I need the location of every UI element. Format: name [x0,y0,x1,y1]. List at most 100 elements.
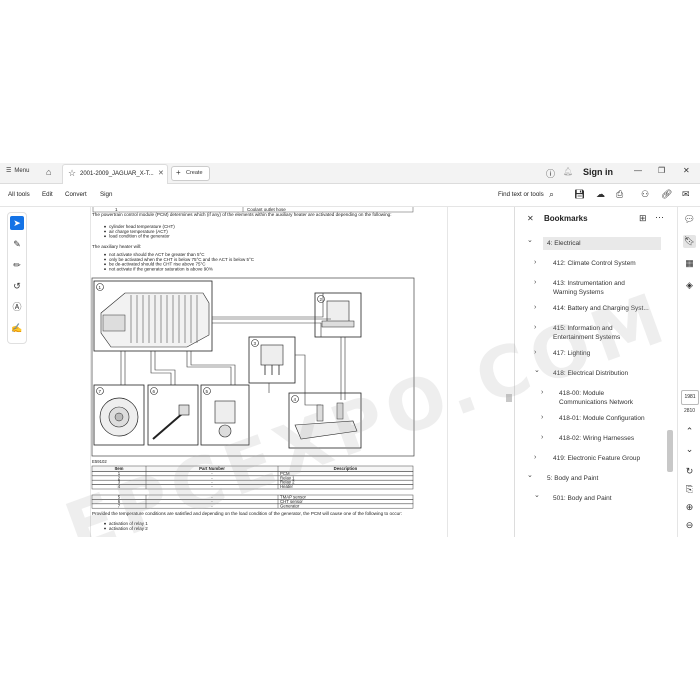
more-options-icon[interactable]: ⋯ [655,212,664,223]
page-down-icon[interactable]: ⌄ [683,443,696,456]
bullet-dot [104,253,106,256]
document-viewer[interactable]: 1 Coolant outlet hose The powertrain con… [30,207,514,537]
plus-icon: + [176,168,181,177]
highlight-pen-icon[interactable]: ✏ [10,258,24,272]
bookmark-label: 414: Battery and Charging Syst... [553,305,649,312]
create-label: Create [186,170,203,176]
home-icon[interactable]: ⌂ [46,167,51,177]
page-total: 2810 [683,408,696,414]
bookmark-label: 501: Body and Paint [553,495,612,502]
bookmark-label-line2: Warning Systems [553,289,604,296]
document-tab[interactable]: ☆ 2001-2009_JAGUAR_X-T... ✕ [62,164,168,184]
bookmark-item[interactable]: ⌄ 4: Electrical [527,237,661,250]
bookmarks-panel-icon[interactable]: 🔖︎ [683,235,696,248]
save-icon[interactable]: 💾︎ [574,189,585,200]
share-user-icon[interactable]: ⚇ [641,189,649,200]
document-scroll-thumb[interactable] [506,394,512,402]
fill-sign-icon[interactable]: ✍ [10,321,24,335]
zoom-in-icon[interactable]: ⊕ [683,501,696,514]
find-text-tools[interactable]: Find text or tools [498,191,544,198]
edit-menu[interactable]: Edit [42,191,53,198]
bell-icon[interactable]: 🔔︎ [563,167,573,176]
bookmark-item[interactable]: › 417: Lighting [515,347,665,360]
bookmark-item[interactable]: › 412: Climate Control System [515,257,665,270]
text-box-icon[interactable]: Ⓐ [10,300,24,314]
bookmark-label: 412: Climate Control System [553,260,636,267]
chevron-right-icon[interactable]: › [541,388,543,398]
bookmark-item[interactable]: › 414: Battery and Charging Syst... [515,302,665,315]
chevron-right-icon[interactable]: › [541,413,543,423]
page-up-icon[interactable]: ⌃ [683,425,696,438]
chevron-down-icon[interactable]: ⌄ [534,491,540,501]
bookmark-item[interactable]: ⌄ 418: Electrical Distribution [515,367,665,380]
help-icon[interactable]: ⓘ [546,167,555,180]
email-icon[interactable]: ✉ [682,189,690,200]
print-icon[interactable]: ⎙ [616,189,623,200]
bookmarks-scrollbar[interactable] [666,233,674,533]
chevron-down-icon[interactable]: ⌄ [534,366,540,376]
add-comment-icon[interactable]: ✎ [10,237,24,251]
bookmark-label: 418-02: Wiring Harnesses [559,435,635,442]
search-icon[interactable]: ⌕ [549,189,554,200]
chevron-right-icon[interactable]: › [534,453,536,463]
table-row [91,475,414,481]
chevron-right-icon[interactable]: › [534,258,536,268]
close-window-icon[interactable]: ✕ [683,166,690,175]
link-icon[interactable]: 🔗︎ [661,189,672,200]
bookmark-item[interactable]: › 419: Electronic Feature Group [515,452,665,465]
layers-icon[interactable]: ◈ [683,279,696,292]
generator: 7 [93,384,145,446]
bookmark-label: 4: Electrical [547,240,581,247]
page-number-input[interactable]: 1981 [681,390,699,405]
add-bookmark-icon[interactable]: ⊞ [639,213,647,224]
zoom-out-icon[interactable]: ⊖ [683,519,696,532]
close-panel-icon[interactable]: ✕ [527,214,534,223]
quick-tools: ➤ ✎ ✏ ↺ Ⓐ ✍ [7,212,27,344]
parts-table: Item Part Number Description1- PCM2- Relay 1… [91,465,414,490]
document-scrollbar[interactable] [505,207,513,537]
bullet-dot [104,230,106,233]
chevron-down-icon[interactable]: ⌄ [527,236,533,246]
bookmark-item[interactable]: › 418-01: Module Configuration [515,412,665,425]
table-row [91,479,414,485]
star-icon[interactable]: ☆ [68,168,76,179]
thumbnails-icon[interactable]: ▦ [683,257,696,270]
bookmark-label: 418-01: Module Configuration [559,415,645,422]
minimize-icon[interactable]: — [634,166,642,175]
bookmark-item[interactable]: › 413: Instrumentation and Warning Systems [515,277,665,297]
bullet-dot [104,263,106,266]
chevron-right-icon[interactable]: › [534,323,536,333]
restore-icon[interactable]: ❐ [658,166,665,175]
rotate-icon[interactable]: ↻ [683,465,696,478]
bookmark-item[interactable]: › 415: Information and Entertainment Syste… [515,322,665,342]
chevron-right-icon[interactable]: › [534,348,536,358]
bookmarks-scroll-thumb[interactable] [667,430,673,472]
bookmark-item[interactable]: ⌄ 501: Body and Paint [515,492,665,505]
select-cursor-icon[interactable]: ➤ [10,216,24,230]
sign-menu[interactable]: Sign [100,191,112,198]
menu-button[interactable]: ☰ Menu [6,167,29,175]
bookmark-label: 5: Body and Paint [547,475,599,482]
document-tab-title: 2001-2009_JAGUAR_X-T... [80,171,154,177]
bookmarks-title: Bookmarks [544,214,588,223]
bookmark-item[interactable]: ⌄ 5: Body and Paint [515,472,665,485]
draw-lasso-icon[interactable]: ↺ [10,279,24,293]
chevron-right-icon[interactable]: › [534,303,536,313]
chevron-right-icon[interactable]: › [534,278,536,288]
table-header-row [91,465,414,472]
all-tools-menu[interactable]: All tools [8,191,30,198]
bookmark-item[interactable]: › 418-02: Wiring Harnesses [515,432,665,445]
convert-menu[interactable]: Convert [65,191,87,198]
chevron-right-icon[interactable]: › [541,433,543,443]
bookmark-item[interactable]: › 418-00: Module Communications Network [515,387,665,407]
sign-in-button[interactable]: Sign in [583,167,613,177]
extract-page-icon[interactable]: ⎘ [683,483,696,496]
table-cell: Heater [280,484,293,489]
bullet-dot [104,258,106,261]
chevron-down-icon[interactable]: ⌄ [527,471,533,481]
upload-cloud-icon[interactable]: ☁ [596,189,605,200]
close-tab-icon[interactable]: ✕ [158,169,164,177]
table-cell: Generator [280,503,300,508]
create-button[interactable]: + Create [171,166,210,181]
comment-panel-icon[interactable]: 💬︎ [683,213,696,226]
